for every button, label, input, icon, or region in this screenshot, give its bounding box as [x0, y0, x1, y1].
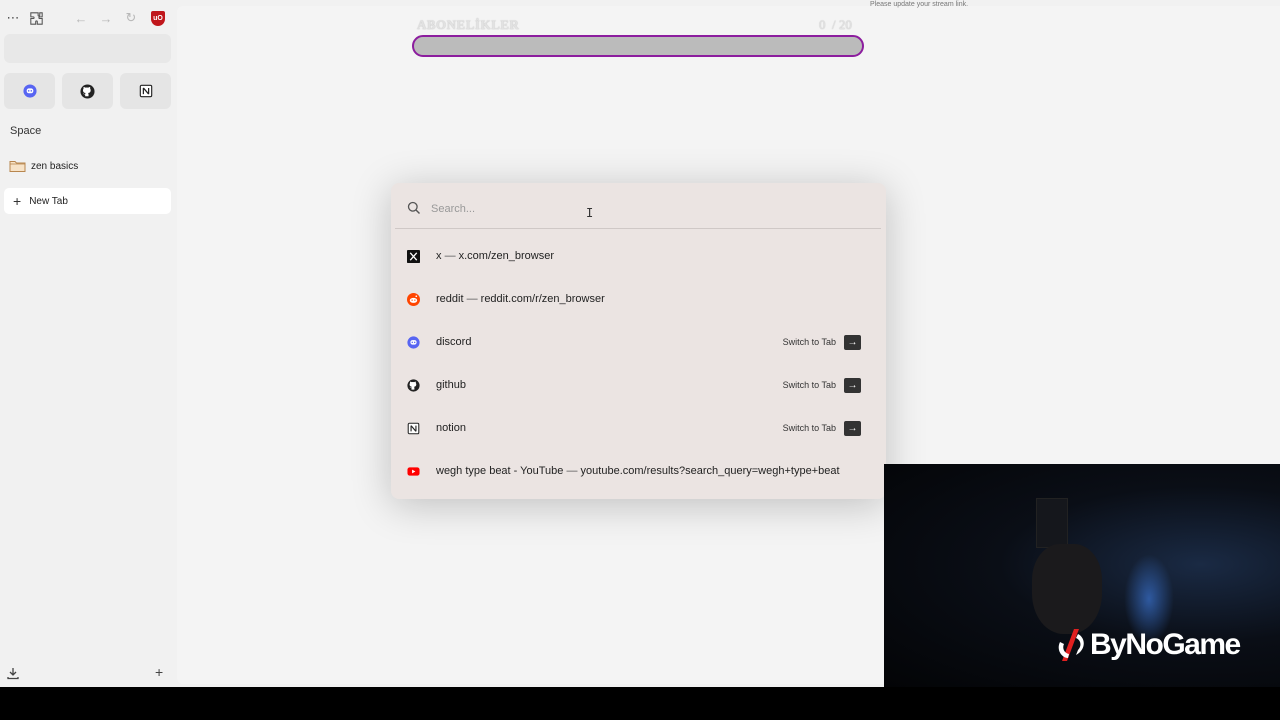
space-label: Space: [10, 125, 42, 137]
result-text: wegh type beat - YouTube — youtube.com/r…: [436, 465, 840, 477]
pinned-tab-discord[interactable]: [4, 73, 55, 109]
github-icon: [80, 83, 95, 99]
result-text: notion: [436, 422, 466, 434]
result-separator: —: [566, 465, 578, 477]
result-item-notion[interactable]: notion Switch to Tab →: [395, 410, 881, 446]
reddit-icon: [407, 292, 420, 306]
switch-to-tab-button[interactable]: Switch to Tab →: [782, 334, 861, 350]
result-text: reddit — reddit.com/r/zen_browser: [436, 293, 605, 305]
add-icon[interactable]: +: [155, 664, 163, 680]
webcam-poster: [1036, 498, 1068, 548]
subscriber-goal-counter: 0 / 20: [819, 17, 852, 33]
result-item-wegh[interactable]: wegh type beat - YouTube — youtube.com/r…: [395, 453, 881, 489]
folder-label: zen basics: [31, 160, 79, 172]
notion-icon: [407, 422, 420, 435]
result-title: github: [436, 379, 466, 391]
switch-to-tab-button[interactable]: Switch to Tab →: [782, 420, 861, 436]
goal-total: / 20: [832, 17, 852, 32]
text-cursor-icon: I: [586, 206, 594, 220]
discord-icon: [22, 84, 37, 98]
subscriber-goal-bar: [412, 35, 864, 57]
pinned-tab-notion[interactable]: [120, 73, 171, 109]
arrow-right-icon: →: [844, 377, 861, 393]
result-text: github: [436, 379, 466, 391]
result-title: discord: [436, 336, 472, 348]
result-item-reddit[interactable]: reddit — reddit.com/r/zen_browser: [395, 281, 881, 317]
new-tab-button[interactable]: + New Tab: [4, 188, 171, 214]
ublock-shield-icon[interactable]: uO: [151, 11, 165, 26]
folder-zen-basics[interactable]: zen basics: [9, 159, 78, 173]
new-tab-label: New Tab: [29, 195, 68, 207]
stream-notice: Please update your stream link.: [870, 1, 969, 8]
bynogame-logo: ByNoGame: [1056, 628, 1241, 662]
youtube-icon: [407, 465, 420, 478]
bynogame-mark-icon: [1058, 629, 1084, 661]
result-url: x.com/zen_browser: [458, 250, 554, 262]
github-icon: [407, 378, 420, 392]
result-title: notion: [436, 422, 466, 434]
result-item-x[interactable]: x — x.com/zen_browser: [395, 238, 881, 274]
notion-icon: [139, 84, 152, 98]
download-icon[interactable]: [6, 666, 20, 680]
search-input[interactable]: [431, 195, 871, 223]
arrow-right-icon: →: [844, 420, 861, 436]
result-title: wegh type beat - YouTube: [436, 465, 564, 477]
discord-icon: [407, 335, 420, 349]
sidebar: ⋯ ← → ↻ uO Space zen basics + New Tab +: [0, 0, 176, 687]
switch-to-tab-label: Switch to Tab: [782, 423, 836, 433]
webcam-overlay: ByNoGame: [884, 464, 1280, 687]
result-text: discord: [436, 336, 471, 348]
search-icon: [407, 201, 420, 214]
browser-window: ⋯ ← → ↻ uO Space zen basics + New Tab +: [0, 0, 1280, 687]
url-bar[interactable]: [4, 34, 171, 63]
back-icon[interactable]: ←: [72, 9, 90, 27]
result-item-discord[interactable]: discord Switch to Tab →: [395, 324, 881, 360]
result-separator: —: [444, 250, 456, 262]
forward-icon[interactable]: →: [97, 9, 115, 27]
result-url: youtube.com/results?search_query=wegh+ty…: [580, 465, 840, 477]
switch-to-tab-button[interactable]: Switch to Tab →: [782, 377, 861, 393]
switch-to-tab-label: Switch to Tab: [782, 337, 836, 347]
x-icon: [407, 249, 420, 263]
result-title: reddit: [436, 293, 464, 305]
search-row: [395, 187, 881, 229]
result-url: reddit.com/r/zen_browser: [480, 293, 605, 305]
bynogame-logo-text: ByNoGame: [1090, 628, 1241, 661]
subscriber-goal-title: ABONELİKLER: [417, 17, 520, 32]
result-separator: —: [466, 293, 478, 305]
result-item-github[interactable]: github Switch to Tab →: [395, 367, 881, 403]
result-text: x — x.com/zen_browser: [436, 250, 554, 262]
arrow-right-icon: →: [844, 334, 861, 350]
folder-icon: [9, 161, 26, 172]
webcam-person: [1032, 544, 1102, 634]
plus-icon: +: [13, 193, 22, 209]
extensions-icon[interactable]: [27, 9, 45, 27]
command-palette: x — x.com/zen_browserreddit — reddit.com…: [391, 183, 886, 499]
more-menu-icon[interactable]: ⋯: [4, 9, 22, 27]
reload-icon[interactable]: ↻: [122, 9, 140, 27]
pinned-tab-github[interactable]: [62, 73, 113, 109]
goal-current: 0: [819, 17, 826, 32]
switch-to-tab-label: Switch to Tab: [782, 380, 836, 390]
result-title: x: [436, 250, 442, 262]
